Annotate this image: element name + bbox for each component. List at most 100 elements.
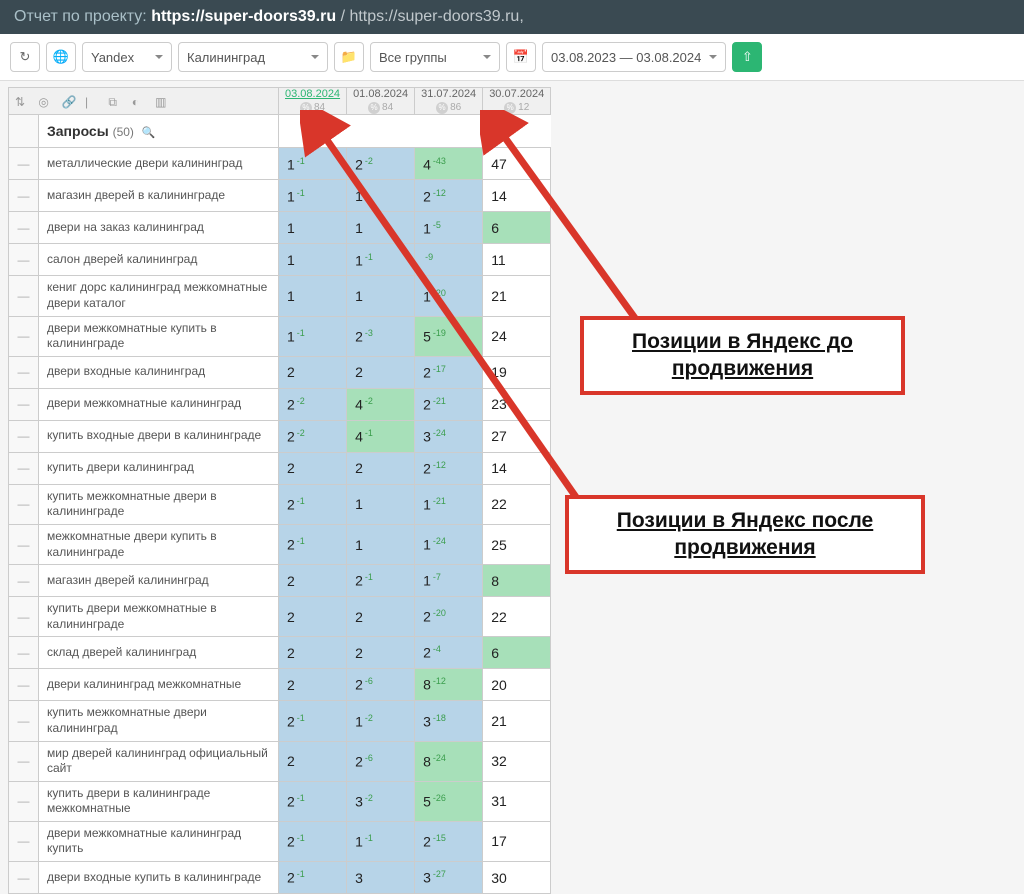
row-toggle[interactable]: — [9,212,39,244]
position-cell: 2-3 [347,316,415,356]
table-header-row: Запросы (50) 🔍 [9,115,551,148]
row-toggle[interactable]: — [9,420,39,452]
position-cell: 25 [483,524,551,564]
position-cell: 2-20 [415,597,483,637]
position-cell: 32 [483,741,551,781]
query-cell[interactable]: купить межкомнатные двери калининград [39,701,279,741]
row-toggle[interactable]: — [9,781,39,821]
position-cell: 20 [483,669,551,701]
row-toggle[interactable]: — [9,356,39,388]
query-cell[interactable]: двери на заказ калининград [39,212,279,244]
folder-button[interactable]: 📁 [334,42,364,72]
target-icon[interactable]: ◎ [38,95,52,109]
row-toggle[interactable]: — [9,276,39,316]
position-cell: -9 [415,244,483,276]
row-toggle[interactable]: — [9,180,39,212]
query-cell[interactable]: двери межкомнатные калининград купить [39,821,279,861]
position-cell: 2-12 [415,180,483,212]
copy-icon[interactable]: ⧉ [108,95,122,109]
table-row: —кениг дорс калининград межкомнатные две… [9,276,551,316]
position-cell: 2 [279,637,347,669]
search-icon[interactable]: 🔍 [142,127,156,139]
position-cell: 24 [483,316,551,356]
row-toggle[interactable]: — [9,388,39,420]
position-cell: 31 [483,781,551,821]
query-cell[interactable]: двери входные калининград [39,356,279,388]
row-toggle[interactable]: — [9,452,39,484]
engine-select[interactable]: Yandex [82,42,172,72]
query-cell[interactable]: купить двери в калининграде межкомнатные [39,781,279,821]
row-toggle[interactable]: — [9,524,39,564]
row-toggle[interactable]: — [9,669,39,701]
table-row: —двери калининград межкомнатные22-68-122… [9,669,551,701]
table-row: —двери на заказ калининград111-56 [9,212,551,244]
queries-header: Запросы (50) 🔍 [39,115,279,148]
query-cell[interactable]: салон дверей калининград [39,244,279,276]
row-toggle[interactable]: — [9,484,39,524]
page-header: Отчет по проекту: https://super-doors39.… [0,0,1024,34]
globe-button[interactable]: 🌐 [46,42,76,72]
query-cell[interactable]: мир дверей калининград официальный сайт [39,741,279,781]
query-cell[interactable]: межкомнатные двери купить в калининграде [39,524,279,564]
row-toggle[interactable]: — [9,597,39,637]
position-cell: 1 [279,276,347,316]
row-toggle[interactable]: — [9,244,39,276]
calendar-button[interactable]: 📅 [506,42,536,72]
row-toggle[interactable]: — [9,316,39,356]
table-row: —двери межкомнатные калининград купить2-… [9,821,551,861]
contrast-icon[interactable]: ◐ [132,95,146,109]
position-cell: 8-24 [415,741,483,781]
region-select[interactable]: Калининград [178,42,328,72]
row-toggle[interactable]: — [9,862,39,894]
query-cell[interactable]: купить входные двери в калининграде [39,420,279,452]
position-cell: 2-12 [415,452,483,484]
table-row: —купить двери калининград222-1214 [9,452,551,484]
position-cell: 2 [347,452,415,484]
row-toggle[interactable]: — [9,821,39,861]
row-toggle[interactable]: — [9,565,39,597]
position-cell: 1 [347,276,415,316]
query-cell[interactable]: магазин дверей калининград [39,565,279,597]
position-cell: 1-7 [415,565,483,597]
position-cell: 2 [347,356,415,388]
date-col-3[interactable]: 30.07.2024%12 [483,88,551,115]
date-col-0[interactable]: 03.08.2024%84 [279,88,347,115]
position-cell: 2-2 [279,388,347,420]
query-cell[interactable]: кениг дорс калининград межкомнатные двер… [39,276,279,316]
date-col-2[interactable]: 31.07.2024%86 [415,88,483,115]
export-button[interactable]: ⇧ [732,42,762,72]
query-cell[interactable]: двери входные купить в калининграде [39,862,279,894]
row-toggle[interactable]: — [9,637,39,669]
position-cell: 3-24 [415,420,483,452]
position-cell: 14 [483,180,551,212]
position-cell: 2-17 [415,356,483,388]
date-range-picker[interactable]: 03.08.2023 — 03.08.2024 [542,42,726,72]
query-cell[interactable]: металлические двери калининград [39,148,279,180]
chart-icon[interactable]: ▥ [155,95,169,109]
date-col-1[interactable]: 01.08.2024%84 [347,88,415,115]
query-cell[interactable]: купить двери калининград [39,452,279,484]
position-cell: 2-1 [279,524,347,564]
query-cell[interactable]: магазин дверей в калининграде [39,180,279,212]
refresh-button[interactable]: ↻ [10,42,40,72]
position-cell: 27 [483,420,551,452]
query-cell[interactable]: склад дверей калининград [39,637,279,669]
position-cell: 22 [483,484,551,524]
row-toggle[interactable]: — [9,148,39,180]
table-row: —двери межкомнатные калининград2-24-22-2… [9,388,551,420]
groups-select[interactable]: Все группы [370,42,500,72]
table-row: —двери входные калининград222-1719 [9,356,551,388]
position-cell: 21 [483,701,551,741]
position-cell: 2-1 [279,701,347,741]
query-cell[interactable]: двери калининград межкомнатные [39,669,279,701]
position-cell: 1-2 [347,701,415,741]
link-icon[interactable]: 🔗 [62,95,76,109]
row-toggle[interactable]: — [9,741,39,781]
row-toggle[interactable]: — [9,701,39,741]
project-link-bold[interactable]: https://super-doors39.ru [151,8,336,25]
sort-icon[interactable]: ⇅ [15,95,29,109]
query-cell[interactable]: купить межкомнатные двери в калининграде [39,484,279,524]
query-cell[interactable]: купить двери межкомнатные в калининграде [39,597,279,637]
query-cell[interactable]: двери межкомнатные калининград [39,388,279,420]
query-cell[interactable]: двери межкомнатные купить в калининграде [39,316,279,356]
